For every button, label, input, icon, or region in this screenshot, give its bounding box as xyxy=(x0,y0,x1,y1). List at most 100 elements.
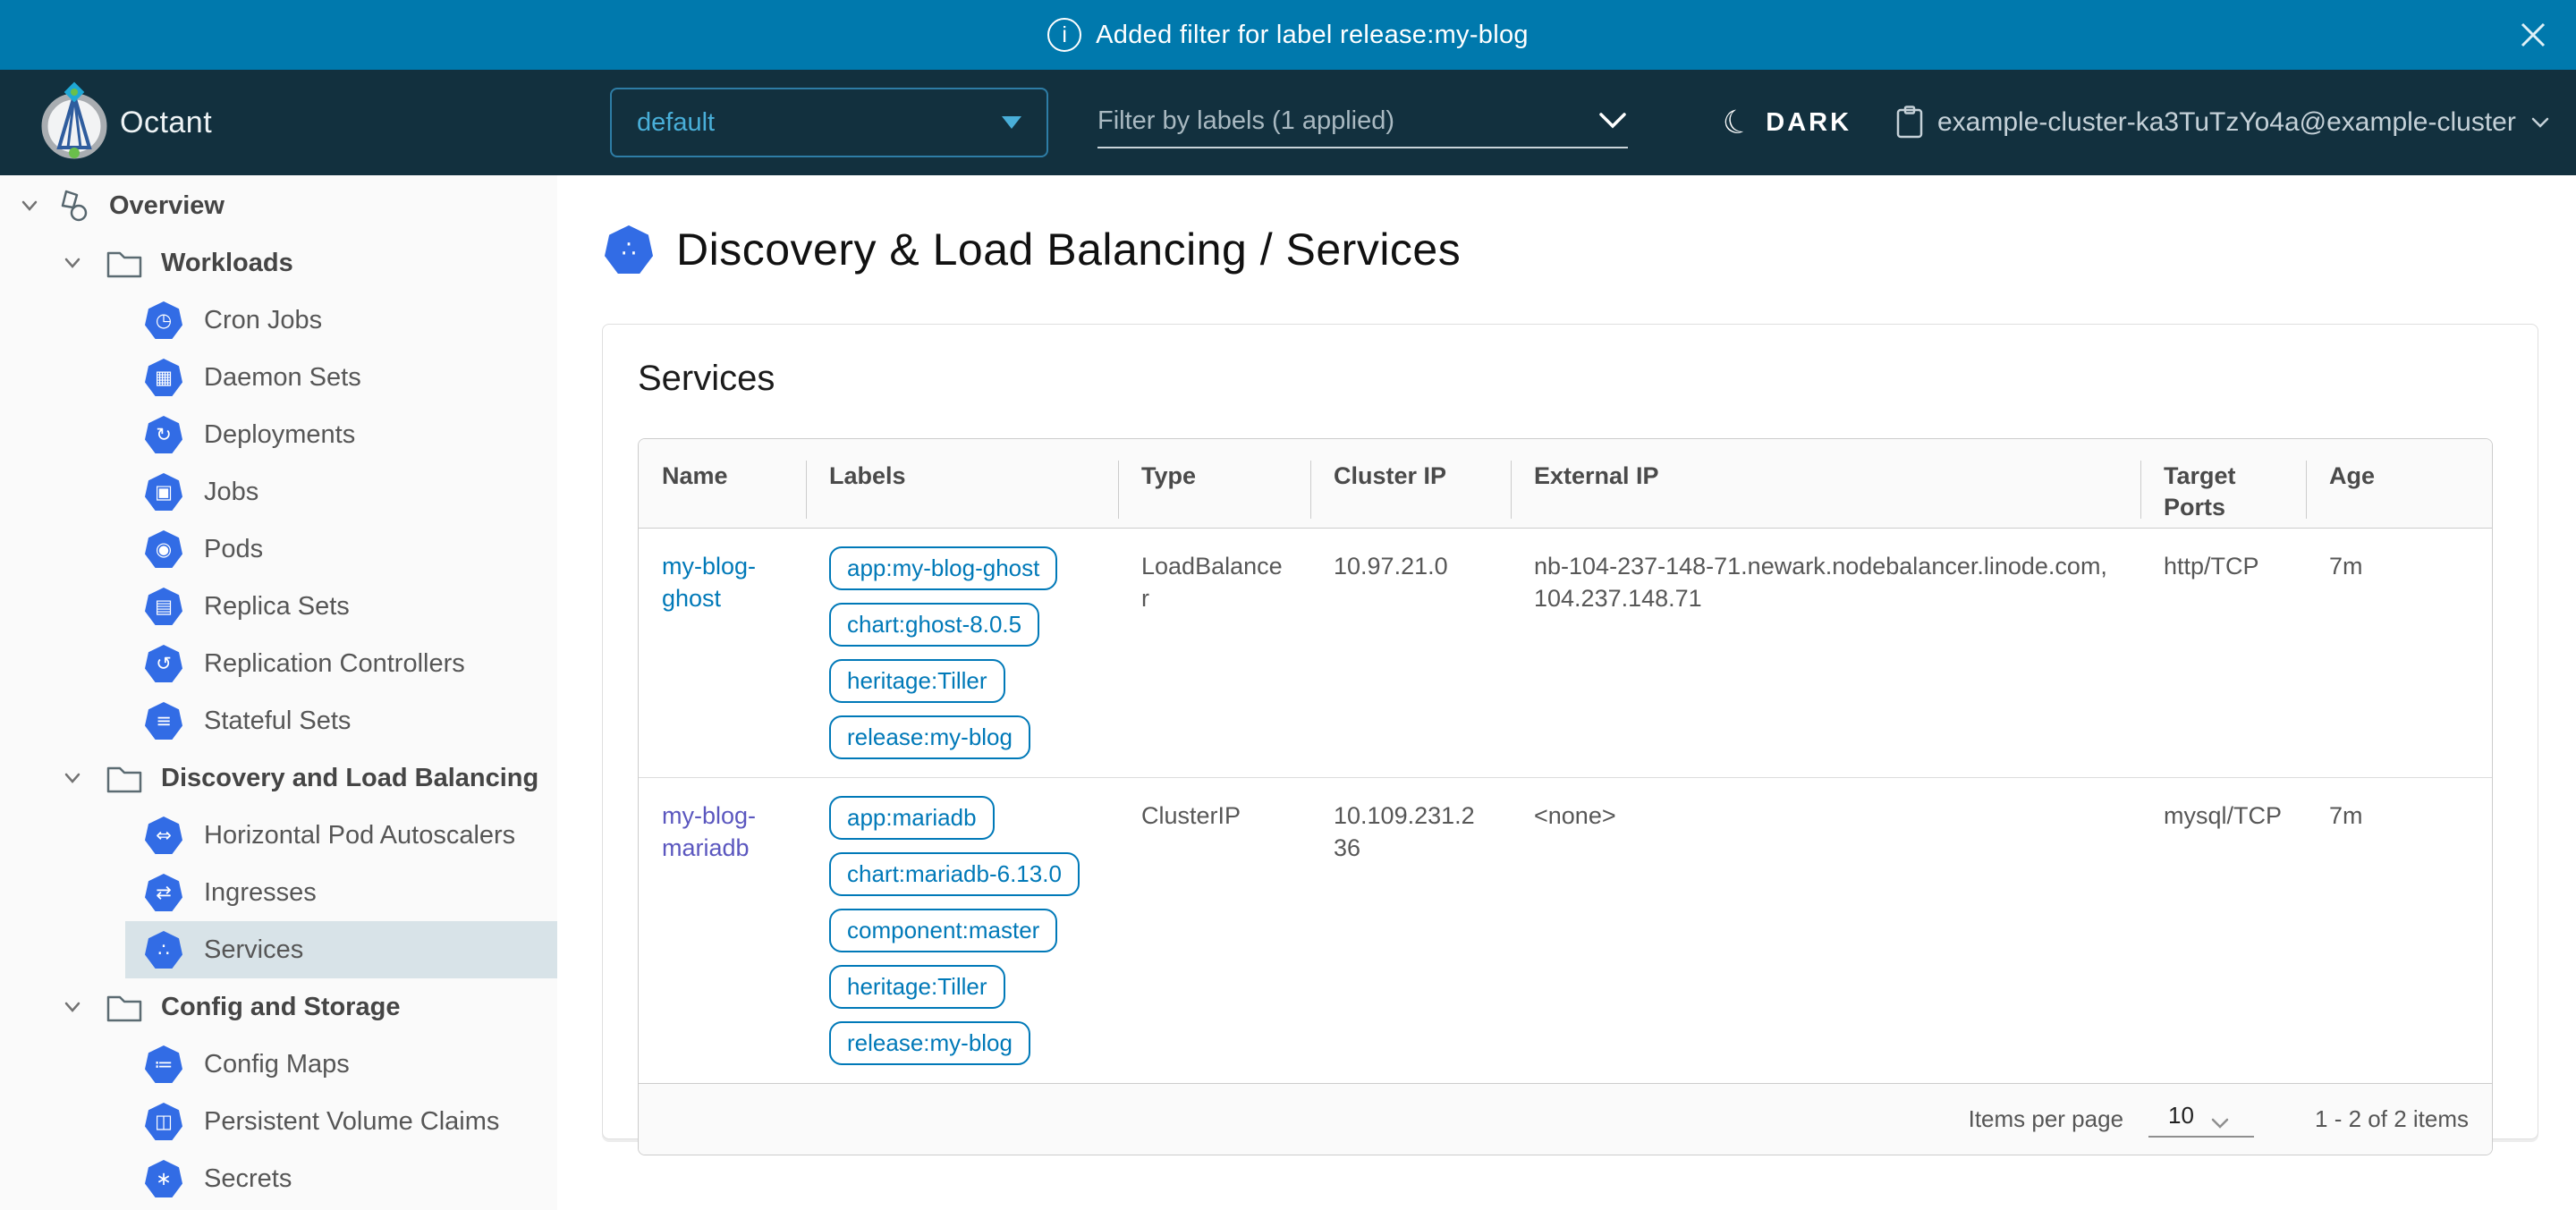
cluster-context-dropdown[interactable]: example-cluster-ka3TuTzYo4a@example-clus… xyxy=(1896,70,2550,175)
theme-toggle-button[interactable]: ☾ DARK xyxy=(1723,70,1852,175)
ingresses-icon: ⇄ xyxy=(145,874,182,911)
sidebar-item-label: Replication Controllers xyxy=(204,649,465,679)
sidebar-item-label: Persistent Volume Claims xyxy=(204,1107,499,1137)
info-icon: i xyxy=(1047,18,1081,52)
horizontal-pod-autoscalers-icon: ⇔ xyxy=(145,817,182,854)
sidebar-item-horizontal-pod-autoscalers[interactable]: ⇔ Horizontal Pod Autoscalers xyxy=(0,807,557,864)
column-header-cluster-ip[interactable]: Cluster IP xyxy=(1310,439,1511,528)
cluster-context-text: example-cluster-ka3TuTzYo4a@example-clus… xyxy=(1937,107,2516,138)
selected-highlight xyxy=(125,921,557,978)
service-name-link[interactable]: my-blog-ghost xyxy=(662,553,756,612)
column-header-external-ip[interactable]: External IP xyxy=(1511,439,2140,528)
sidebar-item-cron-jobs[interactable]: ◷Cron Jobs xyxy=(0,292,557,349)
sidebar-item-label: Config and Storage xyxy=(161,993,400,1022)
namespace-select[interactable]: default xyxy=(610,88,1048,157)
card-title: Services xyxy=(638,359,2493,399)
replication-controllers-icon: ↺ xyxy=(145,645,182,682)
pagination-range: 1 - 2 of 2 items xyxy=(2315,1105,2469,1133)
sidebar-item-label: Daemon Sets xyxy=(204,363,361,393)
deployments-icon: ↻ xyxy=(145,416,182,453)
octant-logo xyxy=(41,81,107,164)
theme-toggle-label: DARK xyxy=(1766,108,1852,138)
table-footer: Items per page 10 1 - 2 of 2 items xyxy=(639,1083,2492,1155)
folder-icon xyxy=(106,247,143,279)
sidebar-item-stateful-sets[interactable]: ≡ Stateful Sets xyxy=(0,692,557,749)
sidebar-item-daemon-sets[interactable]: ▦ Daemon Sets xyxy=(0,349,557,406)
app-title: Octant xyxy=(120,70,212,175)
sidebar-item-replica-sets[interactable]: ▤Replica Sets xyxy=(0,578,557,635)
column-header-labels[interactable]: Labels xyxy=(806,439,1118,528)
labels-cell: app:mariadb chart:mariadb-6.13.0 component… xyxy=(806,778,1118,1083)
table-body: my-blog-ghost app:my-blog-ghost chart:ghos… xyxy=(639,529,2492,1083)
items-per-page-label: Items per page xyxy=(1969,1105,2123,1133)
jobs-icon: ▣ xyxy=(145,473,182,511)
label-pill[interactable]: chart:mariadb-6.13.0 xyxy=(829,852,1080,896)
caret-down-icon xyxy=(1002,116,1021,129)
sidebar-item-label: Ingresses xyxy=(204,878,317,908)
table-row: my-blog-mariadb app:mariadb chart:mariadb-… xyxy=(639,778,2492,1083)
pods-icon: ◉ xyxy=(145,530,182,568)
sidebar-item-secrets[interactable]: ∗Secrets xyxy=(0,1150,557,1207)
sidebar-item-label: Discovery and Load Balancing xyxy=(161,764,538,793)
label-pill[interactable]: release:my-blog xyxy=(829,715,1030,759)
chevron-down-icon[interactable] xyxy=(59,250,86,276)
sidebar-item-config-and-storage[interactable]: Config and Storage xyxy=(0,978,557,1036)
sidebar-item-workloads[interactable]: Workloads xyxy=(0,234,557,292)
chevron-down-icon[interactable] xyxy=(59,765,86,791)
sidebar-item-services[interactable]: ∴Services xyxy=(0,921,557,978)
overview-icon xyxy=(54,186,93,225)
sidebar-nav: Overview Workloads ◷Cron Jobs ▦ Daemon Sets ↻… xyxy=(0,175,557,1210)
column-header-age[interactable]: Age xyxy=(2306,439,2493,528)
alert-bar: i Added filter for label release:my-blog xyxy=(0,0,2576,70)
sidebar-item-label: Stateful Sets xyxy=(204,707,351,736)
column-header-target-ports[interactable]: Target Ports xyxy=(2140,439,2306,528)
daemon-sets-icon: ▦ xyxy=(145,359,182,396)
type-cell: ClusterIP xyxy=(1118,778,1310,1083)
name-cell: my-blog-ghost xyxy=(639,529,806,777)
labels-cell: app:my-blog-ghost chart:ghost-8.0.5 herita… xyxy=(806,529,1118,777)
close-icon xyxy=(2517,19,2549,51)
label-pill[interactable]: chart:ghost-8.0.5 xyxy=(829,603,1039,647)
sidebar-item-label: Workloads xyxy=(161,249,293,278)
sidebar-item-pods[interactable]: ◉ Pods xyxy=(0,520,557,578)
label-pill[interactable]: component:master xyxy=(829,909,1057,952)
chevron-down-icon[interactable] xyxy=(16,192,43,219)
sidebar-item-discovery-and-load-balancing[interactable]: Discovery and Load Balancing xyxy=(0,749,557,807)
stateful-sets-icon: ≡ xyxy=(145,702,182,740)
page-title: ∴ Discovery & Load Balancing / Services xyxy=(605,224,2576,275)
column-header-name[interactable]: Name xyxy=(639,439,806,528)
folder-icon xyxy=(106,991,143,1023)
label-pill[interactable]: app:mariadb xyxy=(829,796,995,840)
name-cell: my-blog-mariadb xyxy=(639,778,806,1083)
sidebar-item-label: Overview xyxy=(109,191,225,221)
sidebar-item-config-maps[interactable]: ≔Config Maps xyxy=(0,1036,557,1093)
type-cell: LoadBalancer xyxy=(1118,529,1310,777)
external-ip-cell: <none> xyxy=(1511,778,2140,1083)
label-pill[interactable]: release:my-blog xyxy=(829,1021,1030,1065)
page-title-text: Discovery & Load Balancing / Services xyxy=(676,224,1461,275)
alert-close-button[interactable] xyxy=(2517,19,2549,51)
sidebar-item-persistent-volume-claims[interactable]: ◫Persistent Volume Claims xyxy=(0,1093,557,1150)
label-pill[interactable]: heritage:Tiller xyxy=(829,659,1005,703)
sidebar-item-label: Jobs xyxy=(204,478,258,507)
service-name-link[interactable]: my-blog-mariadb xyxy=(662,802,756,861)
chevron-down-icon xyxy=(2210,1117,2230,1130)
age-cell: 7m xyxy=(2306,529,2493,777)
label-pill[interactable]: app:my-blog-ghost xyxy=(829,546,1057,590)
table-row: my-blog-ghost app:my-blog-ghost chart:ghos… xyxy=(639,529,2492,778)
sidebar-item-deployments[interactable]: ↻Deployments xyxy=(0,406,557,463)
sidebar-item-jobs[interactable]: ▣ Jobs xyxy=(0,463,557,520)
services-card: Services NameLabelsTypeCluster IPExterna… xyxy=(602,324,2538,1139)
chevron-down-icon[interactable] xyxy=(59,994,86,1020)
sidebar-item-overview[interactable]: Overview xyxy=(0,177,557,234)
secrets-icon: ∗ xyxy=(145,1160,182,1197)
page-size-select[interactable]: 10 xyxy=(2148,1102,2254,1138)
sidebar-item-ingresses[interactable]: ⇄ Ingresses xyxy=(0,864,557,921)
sidebar-item-replication-controllers[interactable]: ↺ Replication Controllers xyxy=(0,635,557,692)
config-maps-icon: ≔ xyxy=(145,1045,182,1083)
sidebar-item-label: Pods xyxy=(204,535,263,564)
column-header-type[interactable]: Type xyxy=(1118,439,1310,528)
label-pill[interactable]: heritage:Tiller xyxy=(829,965,1005,1009)
sidebar-item-label: Horizontal Pod Autoscalers xyxy=(204,821,515,850)
label-filter-dropdown[interactable]: Filter by labels (1 applied) xyxy=(1097,95,1628,148)
